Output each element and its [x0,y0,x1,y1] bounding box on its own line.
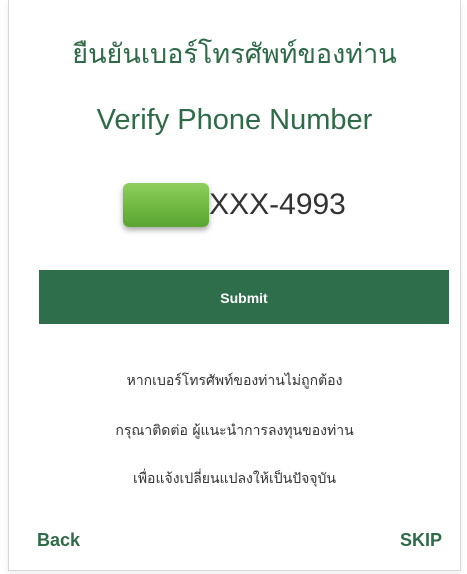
phone-number-display: XXX-4993 [9,183,460,231]
page-title-thai: ยืนยันเบอร์โทรศัพท์ของท่าน [72,39,397,70]
page-title-english: Verify Phone Number [96,104,373,136]
back-link[interactable]: Back [37,530,80,551]
skip-link[interactable]: SKIP [400,530,442,551]
notice-line-1: หากเบอร์โทรศัพท์ของท่านไม่ถูกต้อง [126,373,343,389]
masked-phone-number: XXX-4993 [209,188,346,221]
notice-line-2: กรุณาติดต่อ ผู้แนะนำการลงทุนของท่าน [115,423,354,439]
notice-line-3: เพื่อแจ้งเปลี่ยนแปลงให้เป็นปัจจุบัน [133,471,336,487]
redaction-mask [123,183,210,227]
verify-phone-dialog: ยืนยันเบอร์โทรศัพท์ของท่าน Verify Phone … [8,0,461,571]
submit-button[interactable]: Submit [39,270,449,324]
